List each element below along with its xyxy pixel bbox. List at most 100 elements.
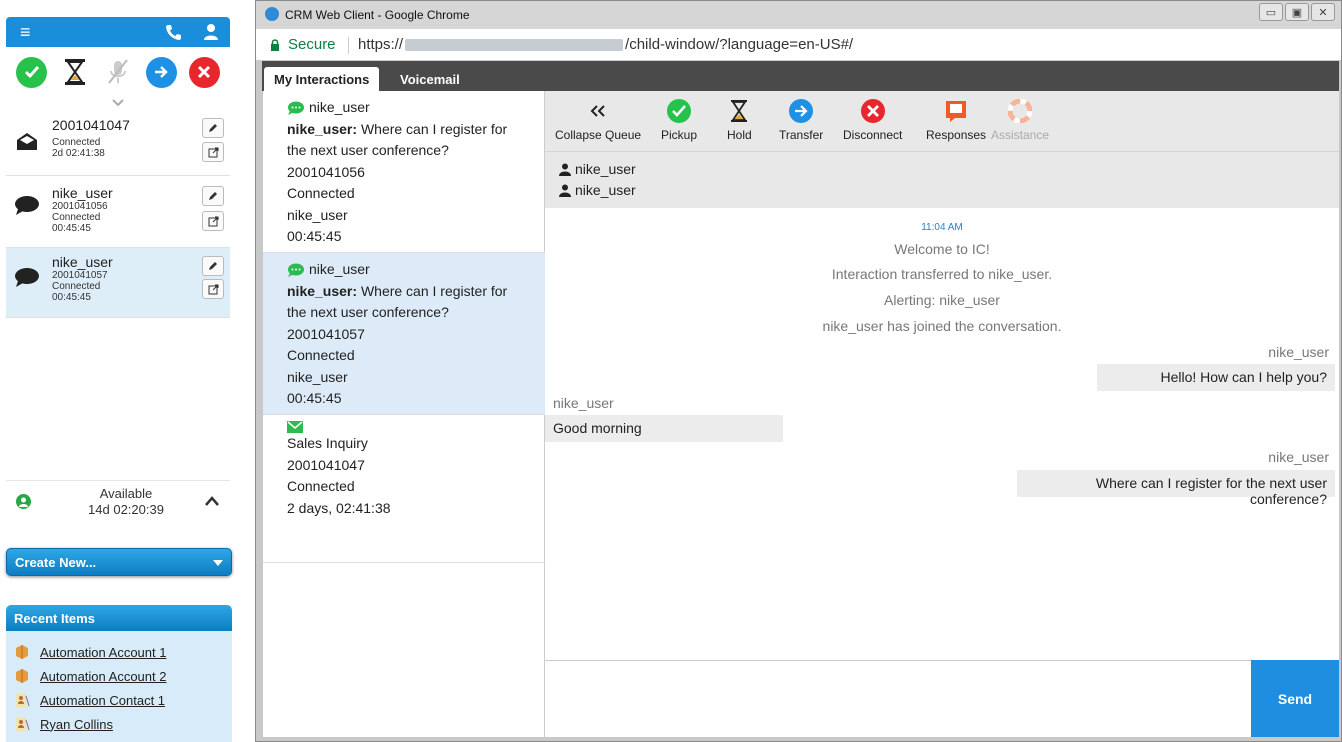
system-message: Interaction transferred to nike_user. (831, 266, 1053, 282)
person-icon (559, 184, 571, 197)
contact-icon (16, 718, 30, 731)
phone-icon[interactable] (164, 22, 182, 42)
queue-item-status: Connected (287, 185, 355, 201)
close-window-button[interactable]: ✕ (1311, 3, 1335, 21)
recent-item-link[interactable]: Ryan Collins (40, 717, 113, 732)
transfer-icon (789, 99, 814, 123)
conversation-status: Connected (52, 281, 101, 292)
queue-item-status: Connected (287, 347, 355, 363)
app-logo-icon (265, 7, 279, 21)
participants-list: nike_user nike_user (545, 151, 1339, 208)
queue-item-name: nike_user (309, 99, 370, 115)
send-button[interactable]: Send (1251, 660, 1339, 737)
interaction-detail: Collapse Queue Pickup Hold Transfer Disc… (545, 91, 1339, 737)
url-text[interactable]: https:///child-window/?language=en-US#/ (358, 36, 853, 53)
queue-item[interactable]: Sales Inquiry 2001041047 Connected 2 day… (263, 415, 545, 563)
hold-icon[interactable] (59, 57, 90, 88)
conversation-title: 2001041047 (52, 117, 130, 133)
queue-item-preview: nike_user: Where can I register for the … (287, 282, 508, 321)
popout-button[interactable] (202, 211, 224, 231)
conversation-email[interactable]: 2001041047 Connected 2d 02:41:38 (6, 110, 230, 176)
address-bar[interactable]: Secure https:///child-window/?language=e… (256, 29, 1341, 61)
participant: nike_user (559, 161, 636, 177)
softphone-header: ≡ (6, 17, 230, 47)
queue-item-time: 2 days, 02:41:38 (287, 499, 391, 516)
message-input[interactable] (545, 660, 1251, 737)
availability-label: Available (99, 486, 153, 501)
contact-icon (16, 694, 30, 707)
responses-button[interactable]: Responses (926, 99, 986, 142)
queue-item[interactable]: nike_user nike_user: Where can I registe… (263, 91, 545, 253)
recent-item[interactable]: Automation Account 1 (14, 642, 166, 662)
conversation-id: 2001041056 (52, 201, 108, 212)
hold-button[interactable]: Hold (727, 99, 752, 142)
conversation-chat-selected[interactable]: nike_user 2001041057 Connected 00:45:45 (6, 248, 230, 318)
redacted-host (405, 39, 624, 52)
transfer-button[interactable]: Transfer (779, 99, 823, 142)
mute-icon[interactable] (102, 57, 133, 88)
queue-item-time: 00:45:45 (287, 390, 342, 406)
recent-item-link[interactable]: Automation Account 1 (40, 645, 166, 660)
window-title: CRM Web Client - Google Chrome (285, 8, 470, 22)
pickup-icon[interactable] (16, 56, 48, 88)
conversation-title: nike_user (52, 185, 113, 201)
pickup-button[interactable]: Pickup (661, 99, 697, 142)
tab-my-interactions[interactable]: My Interactions (264, 67, 380, 91)
browser-window: CRM Web Client - Google Chrome ▭ ▣ ✕ Sec… (255, 0, 1342, 742)
call-actions (6, 47, 230, 97)
queue-item-id: 2001041057 (287, 325, 365, 342)
message-author: nike_user (1268, 449, 1329, 465)
user-icon[interactable] (202, 22, 220, 42)
window-titlebar: CRM Web Client - Google Chrome ▭ ▣ ✕ (256, 1, 1341, 29)
availability-duration: 14d 02:20:39 (88, 502, 164, 517)
availability-status[interactable]: Available 14d 02:20:39 (6, 480, 230, 522)
message-bubble-customer: Good morning (545, 415, 783, 442)
pickup-icon (667, 99, 692, 123)
popout-button[interactable] (202, 279, 224, 299)
edit-button[interactable] (202, 118, 224, 138)
edit-button[interactable] (202, 256, 224, 276)
recent-items-list: Automation Account 1 Automation Account … (6, 631, 232, 742)
chevron-up-icon[interactable] (204, 495, 220, 507)
chat-bubble-icon (288, 263, 304, 277)
tab-bar: My Interactions Voicemail (262, 61, 1339, 91)
recent-item[interactable]: Automation Contact 1 (14, 690, 165, 710)
external-link-icon (208, 147, 218, 157)
hourglass-icon (727, 99, 751, 123)
recent-item[interactable]: Automation Account 2 (14, 666, 166, 686)
divider (348, 37, 349, 54)
recent-item-link[interactable]: Automation Contact 1 (40, 693, 165, 708)
create-new-label: Create New... (15, 555, 97, 570)
tab-voicemail[interactable]: Voicemail (390, 67, 470, 91)
transfer-icon[interactable] (145, 56, 177, 88)
disconnect-icon[interactable] (188, 56, 220, 88)
popout-button[interactable] (202, 142, 224, 162)
minimize-button[interactable]: ▭ (1259, 3, 1283, 21)
recent-item[interactable]: Ryan Collins (14, 714, 113, 734)
message-author: nike_user (553, 395, 614, 411)
recent-item-link[interactable]: Automation Account 2 (40, 669, 166, 684)
pencil-icon (209, 262, 217, 270)
assistance-button[interactable]: Assistance (991, 99, 1049, 142)
queue-item-id: 2001041047 (287, 456, 365, 473)
email-open-icon (17, 133, 37, 150)
menu-icon[interactable]: ≡ (20, 23, 31, 41)
maximize-button[interactable]: ▣ (1285, 3, 1309, 21)
system-message: Alerting: nike_user (884, 292, 1000, 308)
collapse-queue-button[interactable]: Collapse Queue (555, 99, 641, 142)
message-author: nike_user (1268, 344, 1329, 360)
external-link-icon (208, 284, 218, 294)
pencil-icon (209, 192, 217, 200)
account-icon (16, 669, 28, 683)
message-bubble-agent: Where can I register for the next user c… (1017, 470, 1335, 507)
chat-bubble-icon (15, 196, 39, 215)
queue-item-selected[interactable]: nike_user nike_user: Where can I registe… (263, 253, 545, 415)
conversation-chat[interactable]: nike_user 2001041056 Connected 00:45:45 (6, 176, 230, 248)
disconnect-button[interactable]: Disconnect (843, 99, 902, 142)
dropdown-arrow-icon (213, 560, 223, 566)
disconnect-icon (860, 99, 885, 123)
edit-button[interactable] (202, 186, 224, 206)
chevron-down-icon[interactable] (110, 98, 126, 108)
create-new-dropdown[interactable]: Create New... (6, 548, 232, 576)
system-message: Welcome to IC! (894, 241, 990, 257)
